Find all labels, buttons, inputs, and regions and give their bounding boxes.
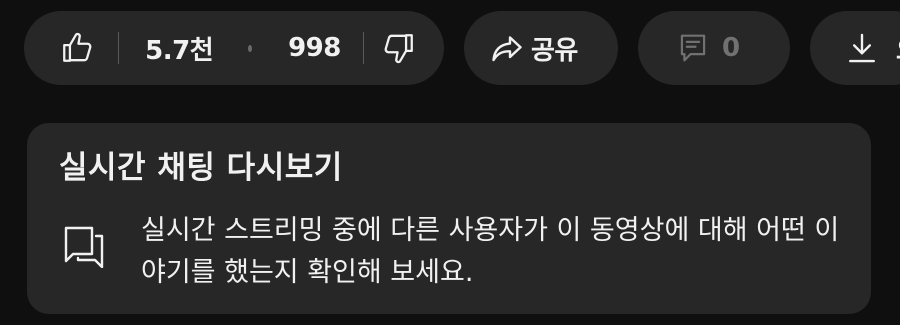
thumbs-down-icon [382,31,416,65]
share-arrow-icon [489,30,525,66]
thumbs-up-icon [60,31,94,65]
like-divider [118,32,120,64]
download-button[interactable]: 오 [810,11,900,85]
download-icon [846,31,878,65]
action-bar: 5.7천 998 공유 0 [24,11,900,85]
separator-dot [248,44,253,52]
live-chat-replay-card[interactable]: 실시간 채팅 다시보기 실시간 스트리밍 중에 다른 사용자가 이 동영상에 대… [27,123,871,314]
share-label: 공유 [531,35,578,66]
chat-bubbles-icon [63,224,105,268]
like-button[interactable] [60,31,94,65]
comment-button[interactable]: 0 [638,11,790,85]
like-dislike-pill: 5.7천 998 [24,11,444,85]
dislike-button[interactable] [382,31,416,65]
share-button[interactable]: 공유 [464,11,618,85]
comment-icon [678,32,708,64]
live-chat-title: 실시간 채팅 다시보기 [59,150,343,186]
comment-count: 0 [722,33,740,63]
like-count: 5.7천 [145,35,214,66]
dislike-divider [362,32,365,64]
live-chat-description: 실시간 스트리밍 중에 다른 사용자가 이 동영상에 대해 어떤 이야기를 했는… [141,215,840,288]
video-actions-page: 5.7천 998 공유 0 실시간 채팅 다시보기 실시간 스트리밍 중에 다른… [0,0,900,325]
download-label: 오 [896,30,900,67]
dislike-count: 998 [288,33,341,63]
